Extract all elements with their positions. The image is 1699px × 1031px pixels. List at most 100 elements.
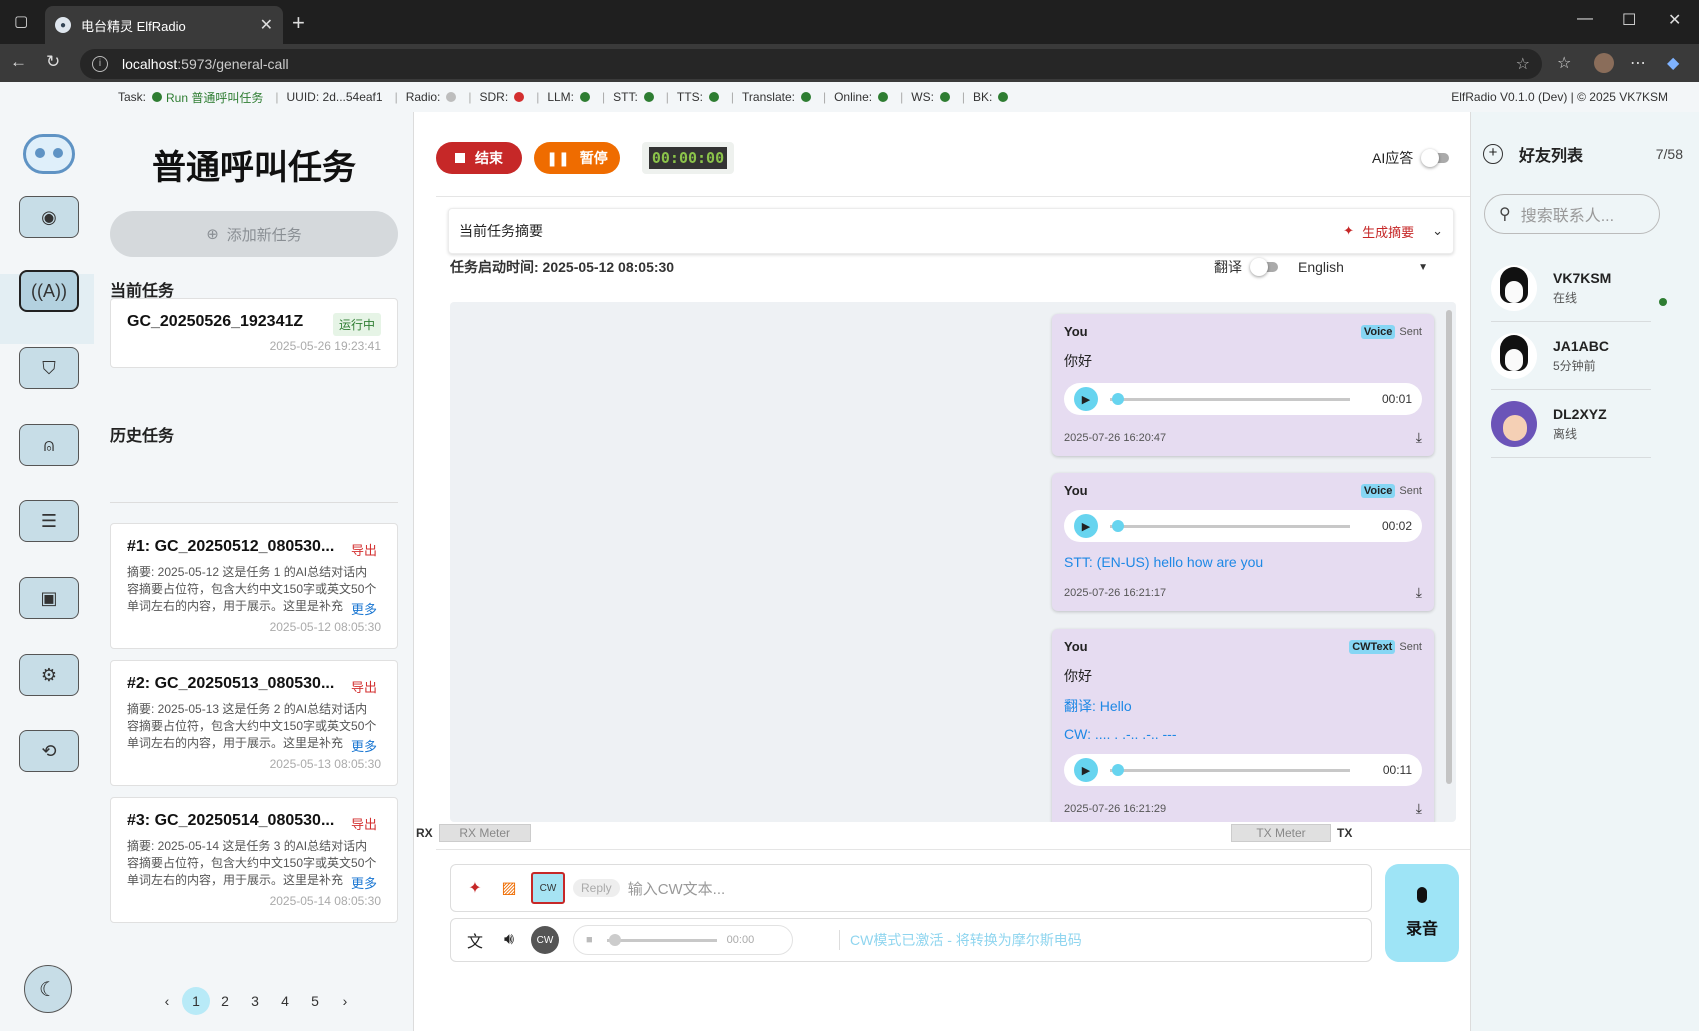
sidebar-toggle-icon[interactable]: ▢ — [14, 12, 28, 30]
history-task-time: 2025-05-14 08:05:30 — [269, 894, 381, 908]
next-page-icon[interactable]: › — [330, 987, 360, 1015]
end-button[interactable]: 结束 — [436, 142, 522, 174]
speaker-icon[interactable]: 🔊︎ — [497, 928, 521, 952]
add-friend-icon[interactable]: + — [1483, 144, 1503, 164]
favorite-star-icon[interactable]: ☆ — [1516, 54, 1530, 74]
download-icon[interactable]: ⤓ — [1416, 800, 1422, 817]
profile-avatar[interactable] — [1594, 53, 1614, 73]
antenna-icon: ⍝ — [43, 434, 55, 455]
chevron-down-icon[interactable]: ⌄ — [1432, 223, 1443, 239]
nav-security-button[interactable]: ⛉ — [19, 347, 79, 389]
more-link[interactable]: 更多 — [350, 599, 377, 618]
copilot-icon[interactable]: ◆ — [1667, 53, 1679, 73]
history-task-card[interactable]: #1: GC_20250512_080530... 导出 摘要: 2025-05-1… — [110, 523, 398, 649]
download-icon[interactable]: ⤓ — [1416, 429, 1422, 446]
cw-circle-button[interactable]: CW — [531, 926, 559, 954]
history-header: 历史任务 — [110, 428, 175, 445]
friend-item[interactable]: DL2XYZ 离线 — [1491, 390, 1651, 458]
more-menu-icon[interactable]: ⋯ — [1630, 53, 1646, 73]
dark-mode-toggle[interactable]: ☾ — [24, 965, 72, 1013]
export-button[interactable]: 导出 — [351, 677, 377, 696]
site-info-icon[interactable]: i — [92, 56, 108, 72]
add-task-button[interactable]: ⊕ 添加新任务 — [110, 211, 398, 257]
close-window-icon[interactable]: ✕ — [1668, 10, 1681, 30]
reply-chip[interactable]: Reply — [573, 879, 620, 897]
image-icon[interactable]: ▨ — [497, 876, 521, 900]
tab-title: 电台精灵 ElfRadio — [81, 18, 186, 34]
stop-icon[interactable]: ■ — [586, 934, 593, 946]
maximize-icon[interactable]: ☐ — [1622, 10, 1636, 30]
chat-message: You CWText Sent 你好 翻译: Hello CW: .... . .-.. … — [1052, 629, 1434, 822]
new-tab-icon[interactable]: + — [292, 10, 305, 36]
back-icon[interactable]: ← — [10, 52, 27, 72]
friends-title: 好友列表 — [1519, 148, 1584, 165]
task-summary-panel[interactable]: 当前任务摘要 ✦ 生成摘要 ⌄ — [448, 208, 1454, 254]
friend-search-input[interactable]: ⚲ 搜索联系人... — [1484, 194, 1660, 234]
url-input[interactable]: i localhost:5973/general-call ☆ — [80, 49, 1542, 79]
play-icon[interactable]: ▶ — [1074, 514, 1098, 538]
cw-text-input[interactable]: 输入CW文本... — [628, 878, 726, 899]
friends-count: 7/58 — [1655, 146, 1683, 162]
nav-restore-button[interactable]: ⟲ — [19, 730, 79, 772]
record-button[interactable]: 录音 — [1385, 864, 1459, 962]
page-5[interactable]: 5 — [300, 987, 330, 1015]
friend-item[interactable]: VK7KSM 在线 — [1491, 254, 1667, 322]
page-4[interactable]: 4 — [270, 987, 300, 1015]
gear-icon: ⚙ — [40, 664, 58, 685]
play-icon[interactable]: ▶ — [1074, 387, 1098, 411]
seek-slider[interactable] — [1110, 392, 1350, 405]
more-link[interactable]: 更多 — [350, 873, 377, 892]
pause-button[interactable]: ❚❚ 暂停 — [534, 142, 620, 174]
nav-robot-button[interactable]: ◉ — [19, 196, 79, 238]
moon-icon: ☾ — [39, 978, 57, 1001]
status-dot-icon — [514, 92, 525, 102]
online-dot-icon — [1659, 297, 1667, 306]
download-icon[interactable]: ⤓ — [1416, 584, 1422, 601]
nav-general-call-button[interactable]: ((A)) — [19, 270, 79, 312]
chat-scrollbar[interactable] — [1446, 310, 1452, 784]
seek-slider[interactable] — [1110, 763, 1350, 776]
cw-mode-button[interactable]: CW — [531, 872, 565, 904]
history-task-summary: 摘要: 2025-05-14 这是任务 3 的AI总结对话内容摘要占位符，包含大… — [127, 839, 377, 887]
friend-status: 5分钟前 — [1553, 358, 1596, 373]
translate-switch[interactable] — [1250, 258, 1278, 276]
current-task-card[interactable]: GC_20250526_192341Z 运行中 2025-05-26 19:23… — [110, 298, 398, 368]
prev-page-icon[interactable]: ‹ — [152, 987, 182, 1015]
seek-slider[interactable] — [1110, 519, 1350, 532]
generate-summary-button[interactable]: ✦ 生成摘要 ⌄ — [1343, 222, 1443, 241]
mini-player: ■ 00:00 — [573, 925, 793, 955]
export-button[interactable]: 导出 — [351, 540, 377, 559]
cw-mode-status: CW模式已激活 - 将转换为摩尔斯电码 — [839, 930, 1082, 950]
history-task-card[interactable]: #3: GC_20250514_080530... 导出 摘要: 2025-05-1… — [110, 797, 398, 923]
friend-status: 在线 — [1553, 290, 1578, 305]
nav-contacts-button[interactable]: ▣ — [19, 577, 79, 619]
close-tab-icon[interactable]: ✕ — [260, 15, 273, 35]
nav-antenna-button[interactable]: ⍝ — [19, 424, 79, 466]
ai-sparkle-button[interactable]: ✦ — [463, 876, 487, 900]
task-status: Task: Run 普通呼叫任务 — [118, 90, 264, 105]
page-3[interactable]: 3 — [240, 987, 270, 1015]
mini-seek-slider[interactable] — [606, 933, 717, 946]
nav-server-button[interactable]: ☰ — [19, 500, 79, 542]
favorites-icon[interactable]: ☆ — [1557, 53, 1571, 73]
url-path: :5973/general-call — [177, 56, 289, 72]
friend-item[interactable]: JA1ABC 5分钟前 — [1491, 322, 1651, 390]
translate-icon[interactable]: 文 — [463, 928, 487, 952]
avatar — [1491, 332, 1537, 379]
browser-tab[interactable]: ● 电台精灵 ElfRadio ✕ — [45, 6, 283, 44]
export-button[interactable]: 导出 — [351, 814, 377, 833]
reload-icon[interactable]: ↻ — [46, 52, 60, 72]
translate-toggle[interactable]: 翻译 — [1214, 257, 1278, 277]
rx-meter: RX RX Meter — [416, 824, 531, 842]
ai-reply-switch[interactable] — [1421, 149, 1450, 167]
more-link[interactable]: 更多 — [350, 736, 377, 755]
play-icon[interactable]: ▶ — [1074, 758, 1098, 782]
task-dot-icon — [152, 92, 163, 102]
page-2[interactable]: 2 — [210, 987, 240, 1015]
language-select[interactable]: English ▼ — [1298, 259, 1428, 275]
page-1[interactable]: 1 — [182, 987, 210, 1015]
ai-reply-toggle[interactable]: AI应答 — [1372, 148, 1450, 168]
nav-settings-button[interactable]: ⚙ — [19, 654, 79, 696]
minimize-icon[interactable]: — — [1577, 10, 1593, 28]
history-task-card[interactable]: #2: GC_20250513_080530... 导出 摘要: 2025-05-1… — [110, 660, 398, 786]
